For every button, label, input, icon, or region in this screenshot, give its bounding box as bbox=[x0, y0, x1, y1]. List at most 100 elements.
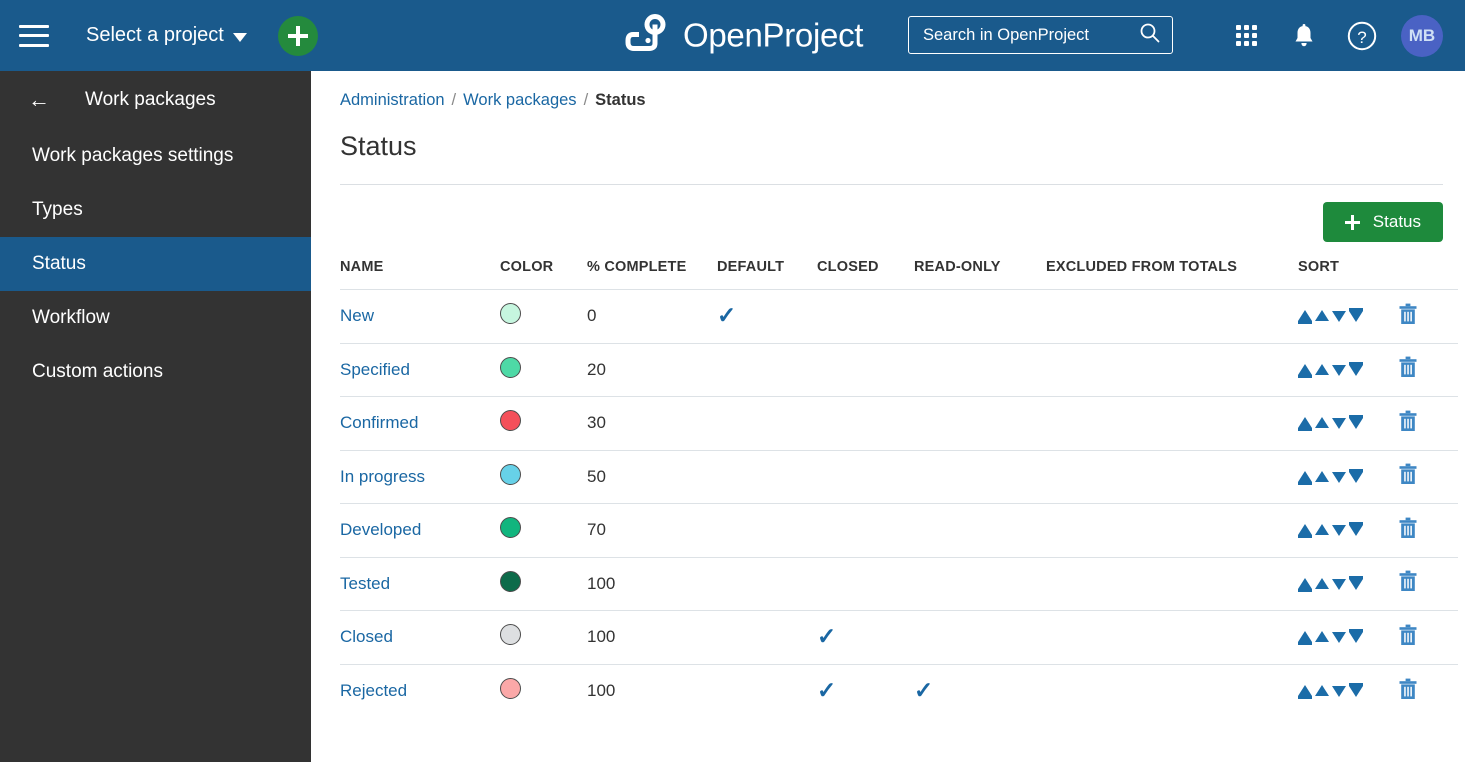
status-name-link[interactable]: In progress bbox=[340, 467, 425, 486]
trash-icon[interactable] bbox=[1398, 356, 1418, 383]
back-arrow-icon: ← bbox=[28, 87, 50, 112]
sidebar-back-header[interactable]: ← Work packages bbox=[0, 71, 311, 129]
cell-closed bbox=[817, 342, 914, 397]
add-new-button[interactable] bbox=[277, 15, 318, 56]
hamburger-menu-icon[interactable] bbox=[19, 24, 49, 47]
cell-percent-complete: 20 bbox=[587, 342, 717, 397]
table-row: Rejected 100 ✓ ✓ bbox=[340, 663, 1458, 718]
move-to-top-icon[interactable] bbox=[1298, 683, 1312, 699]
cell-excluded-from-totals bbox=[1046, 610, 1298, 664]
move-up-icon[interactable] bbox=[1315, 629, 1329, 645]
column-header-actions bbox=[1398, 259, 1458, 290]
move-to-bottom-icon[interactable] bbox=[1349, 683, 1363, 699]
trash-icon[interactable] bbox=[1398, 410, 1418, 437]
cell-percent-complete: 0 bbox=[587, 289, 717, 343]
move-down-icon[interactable] bbox=[1332, 469, 1346, 485]
sidebar-item-types[interactable]: Types bbox=[0, 183, 311, 237]
cell-read-only bbox=[914, 556, 1046, 611]
modules-grid-icon[interactable] bbox=[1217, 0, 1275, 71]
move-to-bottom-icon[interactable] bbox=[1349, 415, 1363, 431]
project-selector[interactable]: Select a project bbox=[86, 24, 247, 47]
move-to-bottom-icon[interactable] bbox=[1349, 308, 1363, 324]
cell-color bbox=[500, 342, 587, 397]
user-avatar[interactable]: MB bbox=[1401, 14, 1443, 57]
cell-closed bbox=[817, 503, 914, 557]
color-swatch bbox=[500, 624, 521, 646]
cell-read-only bbox=[914, 289, 1046, 343]
color-swatch bbox=[500, 570, 521, 592]
column-header-closed: CLOSED bbox=[817, 259, 879, 275]
trash-icon[interactable] bbox=[1398, 570, 1418, 597]
status-name-link[interactable]: Closed bbox=[340, 627, 393, 646]
sidebar-item-label: Types bbox=[32, 199, 83, 220]
move-to-bottom-icon[interactable] bbox=[1349, 629, 1363, 645]
sidebar-item-custom-actions[interactable]: Custom actions bbox=[0, 345, 311, 399]
move-down-icon[interactable] bbox=[1332, 522, 1346, 538]
move-to-bottom-icon[interactable] bbox=[1349, 361, 1363, 378]
column-header-read-only: READ-ONLY bbox=[914, 259, 1001, 275]
move-up-icon[interactable] bbox=[1315, 469, 1329, 485]
cell-color bbox=[500, 610, 587, 664]
column-header-excluded-from-totals: EXCLUDED FROM TOTALS bbox=[1046, 259, 1238, 275]
status-name-link[interactable]: Tested bbox=[340, 574, 390, 593]
trash-icon[interactable] bbox=[1398, 678, 1418, 705]
sidebar-item-status[interactable]: Status bbox=[0, 237, 311, 291]
move-to-top-icon[interactable] bbox=[1298, 629, 1312, 646]
cell-color bbox=[500, 396, 587, 450]
move-down-icon[interactable] bbox=[1332, 576, 1346, 592]
global-search-input[interactable]: Search in OpenProject bbox=[908, 16, 1173, 54]
move-down-icon[interactable] bbox=[1332, 308, 1346, 324]
breadcrumb-item-work-packages[interactable]: Work packages bbox=[463, 91, 576, 110]
move-to-bottom-icon[interactable] bbox=[1349, 522, 1363, 538]
cell-excluded-from-totals bbox=[1046, 449, 1298, 504]
move-down-icon[interactable] bbox=[1332, 415, 1346, 431]
move-up-icon[interactable] bbox=[1315, 683, 1329, 699]
move-to-top-icon[interactable] bbox=[1298, 469, 1312, 485]
trash-icon[interactable] bbox=[1398, 517, 1418, 544]
move-down-icon[interactable] bbox=[1332, 683, 1346, 699]
move-up-icon[interactable] bbox=[1315, 576, 1329, 592]
status-name-link[interactable]: Confirmed bbox=[340, 413, 418, 432]
brand: OpenProject bbox=[625, 13, 863, 58]
search-icon[interactable] bbox=[1139, 22, 1160, 48]
sidebar-item-work-packages-settings[interactable]: Work packages settings bbox=[0, 129, 311, 183]
move-to-top-icon[interactable] bbox=[1298, 308, 1312, 325]
svg-text:?: ? bbox=[1357, 28, 1366, 47]
move-to-bottom-icon[interactable] bbox=[1349, 468, 1363, 485]
move-up-icon[interactable] bbox=[1315, 362, 1329, 378]
move-up-icon[interactable] bbox=[1315, 522, 1329, 538]
status-name-link[interactable]: Developed bbox=[340, 520, 421, 539]
cell-closed bbox=[817, 289, 914, 343]
table-header-row: NAME COLOR % COMPLETE DEFAULT CLOSED REA… bbox=[340, 259, 1458, 290]
trash-icon[interactable] bbox=[1398, 463, 1418, 490]
move-to-top-icon[interactable] bbox=[1298, 415, 1312, 432]
help-question-icon[interactable]: ? bbox=[1333, 0, 1391, 71]
move-up-icon[interactable] bbox=[1315, 308, 1329, 324]
cell-color bbox=[500, 663, 587, 718]
cell-closed bbox=[817, 396, 914, 450]
status-name-link[interactable]: New bbox=[340, 306, 374, 325]
cell-name: In progress bbox=[340, 449, 500, 504]
move-down-icon[interactable] bbox=[1332, 362, 1346, 378]
cell-default bbox=[717, 396, 817, 450]
sidebar-item-workflow[interactable]: Workflow bbox=[0, 291, 311, 345]
move-to-top-icon[interactable] bbox=[1298, 576, 1312, 592]
sort-controls bbox=[1298, 415, 1398, 432]
breadcrumb-item-administration[interactable]: Administration bbox=[340, 91, 445, 110]
notification-bell-icon[interactable] bbox=[1275, 0, 1333, 71]
move-down-icon[interactable] bbox=[1332, 629, 1346, 645]
column-header-default: DEFAULT bbox=[717, 259, 785, 275]
cell-name: Developed bbox=[340, 503, 500, 557]
move-to-top-icon[interactable] bbox=[1298, 362, 1312, 378]
status-name-link[interactable]: Specified bbox=[340, 360, 410, 379]
move-to-bottom-icon[interactable] bbox=[1349, 575, 1363, 592]
move-up-icon[interactable] bbox=[1315, 415, 1329, 431]
sort-controls bbox=[1298, 308, 1398, 325]
status-name-link[interactable]: Rejected bbox=[340, 681, 407, 700]
add-status-button[interactable]: Status bbox=[1322, 202, 1443, 242]
move-to-top-icon[interactable] bbox=[1298, 522, 1312, 539]
trash-icon[interactable] bbox=[1398, 303, 1418, 330]
trash-icon[interactable] bbox=[1398, 624, 1418, 651]
cell-percent-complete: 100 bbox=[587, 610, 717, 664]
cell-excluded-from-totals bbox=[1046, 396, 1298, 450]
